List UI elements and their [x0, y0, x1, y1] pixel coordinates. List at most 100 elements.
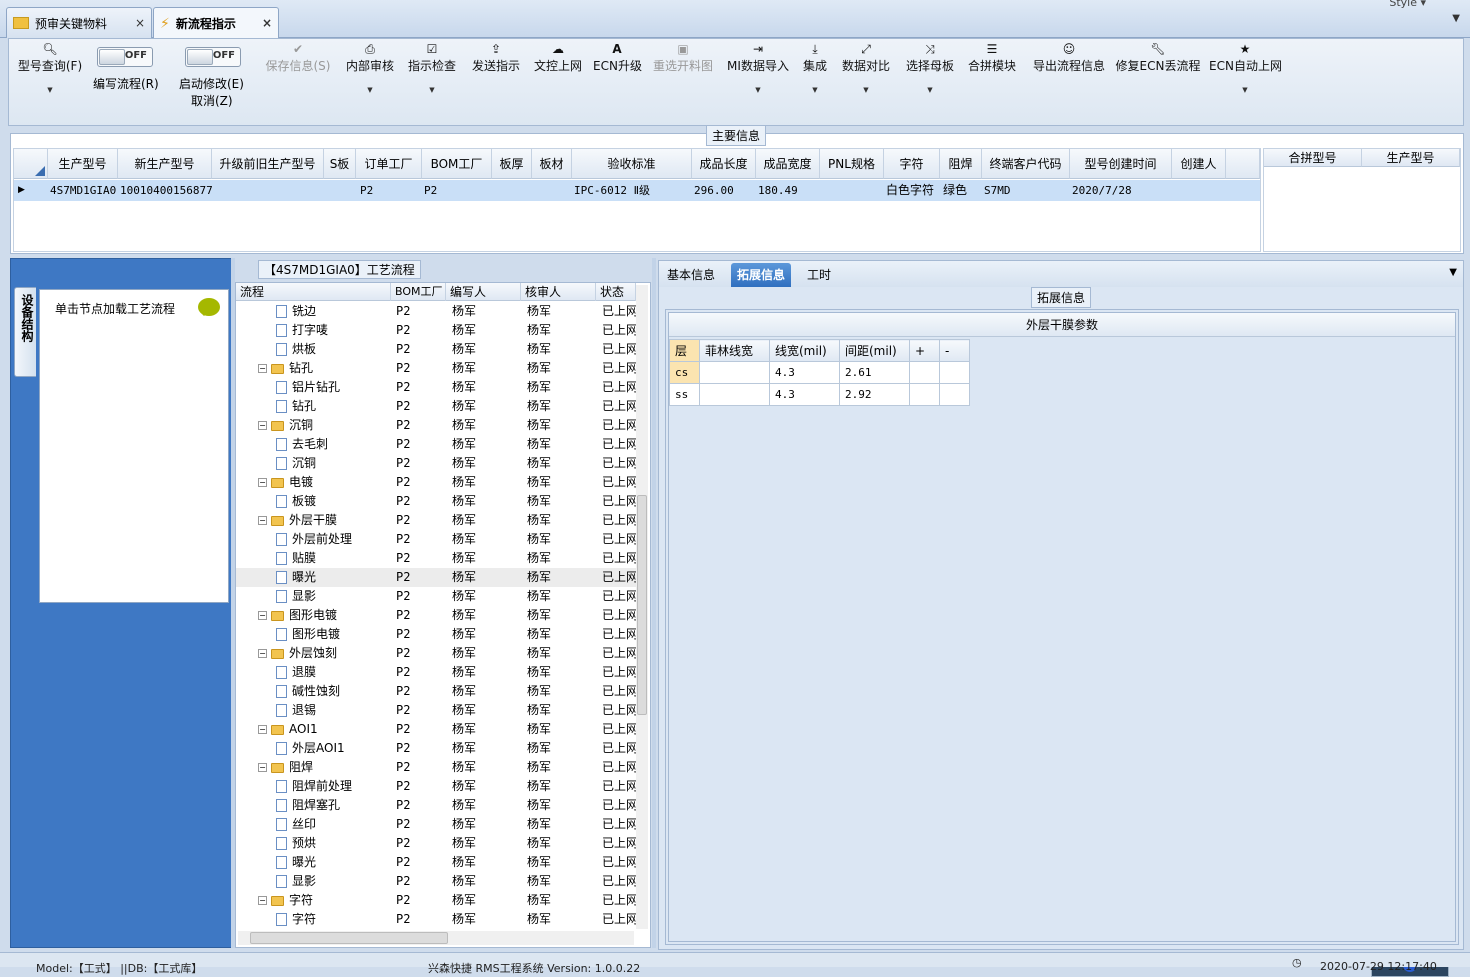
tree-row[interactable]: − 图形电镀 P2 杨军 杨军 已上网: [236, 606, 636, 625]
tree-row[interactable]: 铝片钻孔 P2 杨军 杨军 已上网: [236, 378, 636, 397]
tree-row[interactable]: − 沉铜 P2 杨军 杨军 已上网: [236, 416, 636, 435]
col-header[interactable]: S板: [324, 149, 356, 179]
tree-row[interactable]: − 阻焊 P2 杨军 杨军 已上网: [236, 758, 636, 777]
tree-row[interactable]: 退膜 P2 杨军 杨军 已上网: [236, 663, 636, 682]
edit-flow-toggle[interactable]: OFF: [97, 47, 153, 67]
tree-row[interactable]: − 钻孔 P2 杨军 杨军 已上网: [236, 359, 636, 378]
col-header[interactable]: 合拼型号: [1264, 149, 1362, 167]
tree-row[interactable]: 丝印 P2 杨军 杨军 已上网: [236, 815, 636, 834]
collapse-icon[interactable]: −: [258, 478, 267, 487]
start-edit-toggle[interactable]: OFF: [185, 47, 241, 67]
tree-row[interactable]: 外层前处理 P2 杨军 杨军 已上网: [236, 530, 636, 549]
integrate-button[interactable]: ⤓ 集成 ▼: [797, 41, 833, 94]
tree-row[interactable]: 曝光 P2 杨军 杨军 已上网: [236, 853, 636, 872]
col-header[interactable]: 板厚: [492, 149, 532, 179]
col-header[interactable]: 菲林线宽: [699, 339, 770, 362]
reselect-cut-drawing-button[interactable]: ▣ 重选开料图: [649, 41, 717, 74]
col-header[interactable]: 阻焊: [940, 149, 982, 179]
internal-review-button[interactable]: ⎙ 内部审核 ▼: [343, 41, 397, 94]
col-header[interactable]: 新生产型号: [118, 149, 212, 179]
tab-extended-info[interactable]: 拓展信息: [731, 263, 792, 287]
ecn-auto-online-button[interactable]: ★ ECN自动上网 ▼: [1209, 41, 1282, 94]
chevron-down-icon[interactable]: ▼: [1449, 267, 1457, 278]
tree-row[interactable]: 板镀 P2 杨军 杨军 已上网: [236, 492, 636, 511]
col-header[interactable]: BOM工厂: [391, 283, 446, 301]
tree-row[interactable]: − 字符 P2 杨军 杨军 已上网: [236, 891, 636, 910]
cancel-label[interactable]: 取消(Z): [191, 92, 233, 109]
col-header[interactable]: 生产型号: [48, 149, 118, 179]
mi-import-button[interactable]: ⇥ MI数据导入 ▼: [725, 41, 791, 94]
tab-prereview-materials[interactable]: 预审关键物料 ×: [6, 7, 152, 38]
tree-row[interactable]: 贴膜 P2 杨军 杨军 已上网: [236, 549, 636, 568]
collapse-icon[interactable]: −: [258, 896, 267, 905]
col-header[interactable]: 线宽(mil): [769, 339, 840, 362]
tree-row[interactable]: − AOI1 P2 杨军 杨军 已上网: [236, 720, 636, 739]
tree-row[interactable]: 字符 P2 杨军 杨军 已上网: [236, 910, 636, 929]
collapse-icon[interactable]: −: [258, 611, 267, 620]
tree-row[interactable]: 烘板 P2 杨军 杨军 已上网: [236, 340, 636, 359]
close-icon[interactable]: ×: [135, 16, 145, 30]
table-row[interactable]: cs 4.3 2.61: [669, 361, 970, 384]
col-header[interactable]: 成品宽度: [756, 149, 820, 179]
tree-row[interactable]: 显影 P2 杨军 杨军 已上网: [236, 587, 636, 606]
tree-row[interactable]: 退锡 P2 杨军 杨军 已上网: [236, 701, 636, 720]
col-header[interactable]: 核审人: [521, 283, 596, 301]
select-motherboard-button[interactable]: ⤨ 选择母板 ▼: [903, 41, 957, 94]
tree-row[interactable]: − 外层蚀刻 P2 杨军 杨军 已上网: [236, 644, 636, 663]
save-info-button[interactable]: ✔ 保存信息(S): [263, 41, 333, 74]
instruction-check-button[interactable]: ☑ 指示检查 ▼: [405, 41, 459, 94]
col-header[interactable]: 创建人: [1172, 149, 1226, 179]
col-header[interactable]: 订单工厂: [356, 149, 422, 179]
tree-row[interactable]: − 电镀 P2 杨军 杨军 已上网: [236, 473, 636, 492]
horizontal-scrollbar[interactable]: [238, 931, 634, 945]
data-compare-button[interactable]: ⤢ 数据对比 ▼: [839, 41, 893, 94]
table-row[interactable]: ▶ 4S7MD1GIA0 10010400156877 P2 P2 IPC-60…: [14, 180, 1260, 201]
splitter-right[interactable]: [652, 258, 656, 948]
close-icon[interactable]: ×: [262, 16, 272, 30]
collapse-icon[interactable]: −: [258, 421, 267, 430]
col-header[interactable]: 型号创建时间: [1070, 149, 1172, 179]
vertical-scrollbar[interactable]: [636, 285, 648, 929]
col-header[interactable]: 生产型号: [1362, 149, 1460, 167]
model-search-button[interactable]: 🔍︎ 型号查询(F) ▼: [15, 41, 85, 94]
tree-row[interactable]: 打字唛 P2 杨军 杨军 已上网: [236, 321, 636, 340]
doc-control-online-button[interactable]: ☁ 文控上网: [531, 41, 585, 74]
col-header[interactable]: 编写人: [446, 283, 521, 301]
tree-row[interactable]: 铣边 P2 杨军 杨军 已上网: [236, 302, 636, 321]
collapse-icon[interactable]: −: [258, 364, 267, 373]
tree-row[interactable]: 预烘 P2 杨军 杨军 已上网: [236, 834, 636, 853]
col-header[interactable]: 间距(mil): [839, 339, 910, 362]
tab-new-process[interactable]: ⚡ 新流程指示 ×: [153, 7, 279, 39]
col-header[interactable]: 升级前旧生产型号: [212, 149, 324, 179]
col-header[interactable]: 流程: [236, 283, 391, 301]
tree-row[interactable]: 去毛刺 P2 杨军 杨军 已上网: [236, 435, 636, 454]
tab-basic-info[interactable]: 基本信息: [661, 263, 721, 287]
tree-row[interactable]: 碱性蚀刻 P2 杨军 杨军 已上网: [236, 682, 636, 701]
tree-row[interactable]: 显影 P2 杨军 杨军 已上网: [236, 872, 636, 891]
tree-row[interactable]: 钻孔 P2 杨军 杨军 已上网: [236, 397, 636, 416]
tree-row[interactable]: − 外层干膜 P2 杨军 杨军 已上网: [236, 511, 636, 530]
collapse-icon[interactable]: −: [258, 763, 267, 772]
col-header[interactable]: 层: [669, 339, 700, 362]
merge-module-button[interactable]: ☰ 合拼模块: [965, 41, 1019, 74]
remove-column-button[interactable]: -: [939, 339, 970, 362]
collapse-icon[interactable]: −: [258, 725, 267, 734]
table-row[interactable]: ss 4.3 2.92: [669, 383, 970, 406]
tree-row[interactable]: 沉铜 P2 杨军 杨军 已上网: [236, 454, 636, 473]
export-process-button[interactable]: ☺ 导出流程信息: [1029, 41, 1109, 74]
tab-work-hours[interactable]: 工时: [801, 263, 837, 287]
col-header[interactable]: 字符: [884, 149, 940, 179]
col-header[interactable]: 状态: [596, 283, 636, 301]
col-header[interactable]: 板材: [532, 149, 572, 179]
collapse-icon[interactable]: −: [258, 649, 267, 658]
col-header[interactable]: 终端客户代码: [982, 149, 1070, 179]
tree-row[interactable]: 曝光 P2 杨军 杨军 已上网: [236, 568, 636, 587]
chevron-down-icon[interactable]: ▼: [1452, 13, 1460, 24]
vertical-tab-equipment[interactable]: 设备结构: [14, 287, 36, 377]
col-header[interactable]: PNL规格: [820, 149, 884, 179]
style-menu[interactable]: Style ▾: [1389, 0, 1426, 9]
collapse-icon[interactable]: −: [258, 516, 267, 525]
col-header[interactable]: BOM工厂: [422, 149, 492, 179]
col-header[interactable]: 验收标准: [572, 149, 692, 179]
tree-row[interactable]: 阻焊塞孔 P2 杨军 杨军 已上网: [236, 796, 636, 815]
